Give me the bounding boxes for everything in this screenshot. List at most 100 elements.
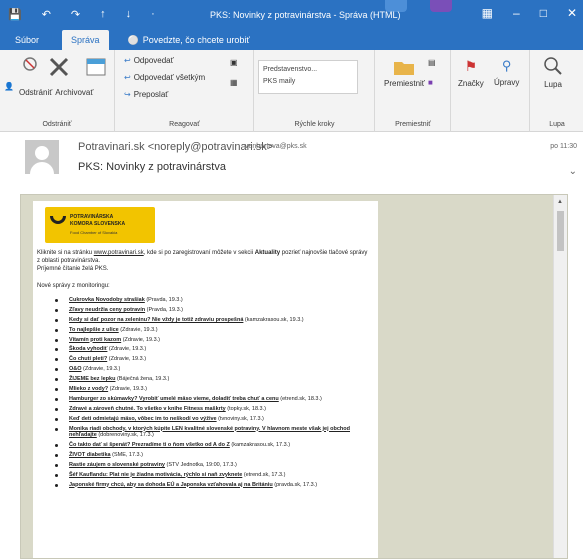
received-time: po 11:30	[550, 143, 577, 150]
news-source: (topky.sk, 18.3.)	[225, 405, 266, 412]
news-item: Čo takto dať si špenát? Prezradíme ti o …	[55, 442, 373, 449]
news-link[interactable]: Zľavy neudržia ceny potravín	[69, 307, 145, 313]
news-source: (dobrenoviny.sk, 17.3.)	[96, 432, 154, 439]
news-link[interactable]: Rastie záujem o slovenské potraviny	[69, 462, 165, 468]
reply-button[interactable]: ↩ Odpovedať	[124, 56, 174, 65]
minimize-icon[interactable]: –	[513, 6, 520, 20]
meeting-button[interactable]: ▣	[230, 58, 238, 67]
recipient[interactable]: venhartova@pks.sk	[245, 143, 307, 150]
scroll-up-icon[interactable]: ▲	[557, 199, 563, 205]
news-item: Kedy si dať pozor na zeleninu? Nie vždy …	[55, 317, 373, 324]
move-button[interactable]: Premiestniť	[384, 58, 425, 88]
pks-logo: POTRAVINÁRSKA KOMORA SLOVENSKA Food Cham…	[45, 207, 155, 243]
close-icon[interactable]: ✕	[567, 6, 577, 20]
scroll-thumb[interactable]	[557, 211, 564, 251]
news-link[interactable]: Mlieko z vody?	[69, 386, 108, 392]
forward-icon: ↪	[124, 90, 131, 99]
junk-button[interactable]: 👤	[4, 82, 14, 91]
news-link[interactable]: Japonské firmy chcú, aby sa dohoda EÚ a …	[69, 482, 273, 488]
news-list: Cukrovka Novodoby strašiak (Pravda, 19.3…	[55, 297, 373, 491]
lightbulb-icon: ⚪	[127, 35, 139, 45]
zoom-button[interactable]: Lupa	[543, 56, 563, 89]
delete-button[interactable]	[48, 56, 70, 78]
rules-button[interactable]: ▤	[428, 58, 436, 67]
group-delete: 👤 Odstrániť Archivovať Odstrániť	[0, 50, 115, 132]
news-link[interactable]: Čo takto dať si špenát? Prezradíme ti o …	[69, 442, 230, 448]
up-arrow-icon[interactable]: ↑	[100, 8, 106, 21]
logo-text: Food Chamber of Slovakia	[70, 230, 118, 235]
news-link[interactable]: Kedy si dať pozor na zeleninu? Nie vždy …	[69, 317, 243, 323]
news-source: (kamzakrasou.sk, 17.3.)	[229, 441, 291, 448]
website-link[interactable]: www.potravinari.sk	[94, 250, 144, 256]
group-zoom: Lupa Lupa	[531, 50, 583, 132]
more-respond-button[interactable]: ▦	[230, 78, 238, 87]
tab-file[interactable]: Súbor	[6, 30, 48, 50]
archive-icon	[86, 58, 106, 76]
reply-all-button[interactable]: ↩ Odpovedať všetkým	[124, 73, 205, 82]
save-icon[interactable]: 💾	[8, 8, 22, 21]
tell-me-box[interactable]: ⚪ Povedzte, čo chcete urobiť	[119, 30, 259, 50]
meeting-icon: ▣	[230, 58, 238, 67]
quick-step-item[interactable]: Predstavenstvo...	[263, 64, 353, 76]
down-arrow-icon[interactable]: ↓	[126, 8, 132, 21]
news-item: Rastie záujem o slovenské potraviny (STV…	[55, 462, 373, 469]
ribbon-tabs: Súbor Správa ⚪ Povedzte, čo chcete urobi…	[0, 30, 583, 50]
editing-button[interactable]: ⚲ Úpravy	[494, 58, 519, 87]
archive-button[interactable]	[85, 56, 107, 78]
intro-part: Kliknite si na stránku	[37, 250, 94, 256]
tags-button[interactable]: ⚑ Značky	[458, 58, 484, 88]
news-link[interactable]: Vitamín proti kazom	[69, 337, 121, 343]
news-source: (tvnoviny.sk, 17.3.)	[216, 415, 264, 422]
intro-part: , kde si po zaregistrovaní môžete v sekc…	[143, 250, 255, 256]
folder-icon	[394, 62, 415, 75]
news-link[interactable]: To najlepšie z ulice	[69, 327, 119, 333]
scrollbar[interactable]: ▲	[553, 195, 567, 558]
quick-step-item[interactable]: PKS maily	[263, 76, 353, 88]
tags-label: Značky	[458, 79, 484, 88]
delete-label: Odstrániť	[19, 88, 53, 97]
decor-icon	[430, 0, 452, 12]
news-item: Čo chutí pleti? (Zdravie, 19.3.)	[55, 356, 373, 363]
news-link[interactable]: Hamburger zo skúmavky? Vyrobiť umelé mäs…	[69, 396, 279, 402]
news-link[interactable]: ŽIVOT diabetika	[69, 452, 111, 458]
news-source: (Báječná žena, 19.3.)	[115, 376, 170, 383]
news-source: (Pravda, 19.3.)	[145, 306, 184, 313]
group-label-zoom: Lupa	[549, 121, 565, 128]
news-link[interactable]: Cukrovka Novodoby strašiak	[69, 297, 145, 303]
news-source: (STV Jednotka, 19:00, 17.3.)	[164, 461, 237, 468]
logo-text: KOMORA SLOVENSKA	[70, 221, 126, 227]
avatar	[25, 140, 59, 174]
more-icon[interactable]: ·	[151, 8, 155, 21]
undo-icon[interactable]: ↶	[42, 8, 51, 21]
news-link[interactable]: ŽIJEME bez lepku	[69, 376, 115, 382]
sender[interactable]: Potravinari.sk <noreply@potravinari.sk>	[78, 141, 273, 153]
ribbon-display-icon[interactable]: ▦	[482, 6, 493, 20]
news-item: Keď deti odmietajú mäso, vôbec im to neš…	[55, 416, 373, 423]
quick-steps-gallery[interactable]: Predstavenstvo... PKS maily	[258, 60, 358, 94]
news-item: O&O (Zdravie, 19.3.)	[55, 366, 373, 373]
ignore-icon	[23, 57, 37, 71]
group-move: Premiestniť ▤ ■ Premiestniť	[376, 50, 451, 132]
tab-message[interactable]: Správa	[62, 30, 109, 50]
ignore-button[interactable]	[22, 56, 38, 72]
group-respond: ↩ Odpovedať ↩ Odpovedať všetkým ↪ Prepos…	[116, 50, 254, 132]
forward-label: Preposlať	[133, 90, 169, 99]
forward-button[interactable]: ↪ Preposlať	[124, 90, 168, 99]
news-link[interactable]: Škoda vyhodiť	[69, 346, 107, 352]
news-item: Cukrovka Novodoby strašiak (Pravda, 19.3…	[55, 297, 373, 304]
chevron-down-icon[interactable]: ⌄	[569, 166, 577, 177]
news-item: Zdravé a zároveň chutné. To všetko v kni…	[55, 406, 373, 413]
message-subject: PKS: Novinky z potravinárstva	[78, 161, 226, 173]
news-item: Zľavy neudržia ceny potravín (Pravda, 19…	[55, 307, 373, 314]
group-label-move: Premiestniť	[395, 121, 431, 128]
news-link[interactable]: Zdravé a zároveň chutné. To všetko v kni…	[69, 406, 226, 412]
news-link[interactable]: Šéf Kauflandu: Plat nie je žiadna motivá…	[69, 472, 242, 478]
redo-icon[interactable]: ↷	[71, 8, 80, 21]
news-item: Škoda vyhodiť (Zdravie, 19.3.)	[55, 346, 373, 353]
news-source: (Zdravie, 19.3.)	[118, 326, 158, 333]
news-link[interactable]: O&O	[69, 366, 82, 372]
maximize-icon[interactable]: □	[540, 6, 547, 20]
onenote-button[interactable]: ■	[428, 78, 433, 87]
news-link[interactable]: Keď deti odmietajú mäso, vôbec im to neš…	[69, 416, 217, 422]
news-link[interactable]: Čo chutí pleti?	[69, 356, 107, 362]
